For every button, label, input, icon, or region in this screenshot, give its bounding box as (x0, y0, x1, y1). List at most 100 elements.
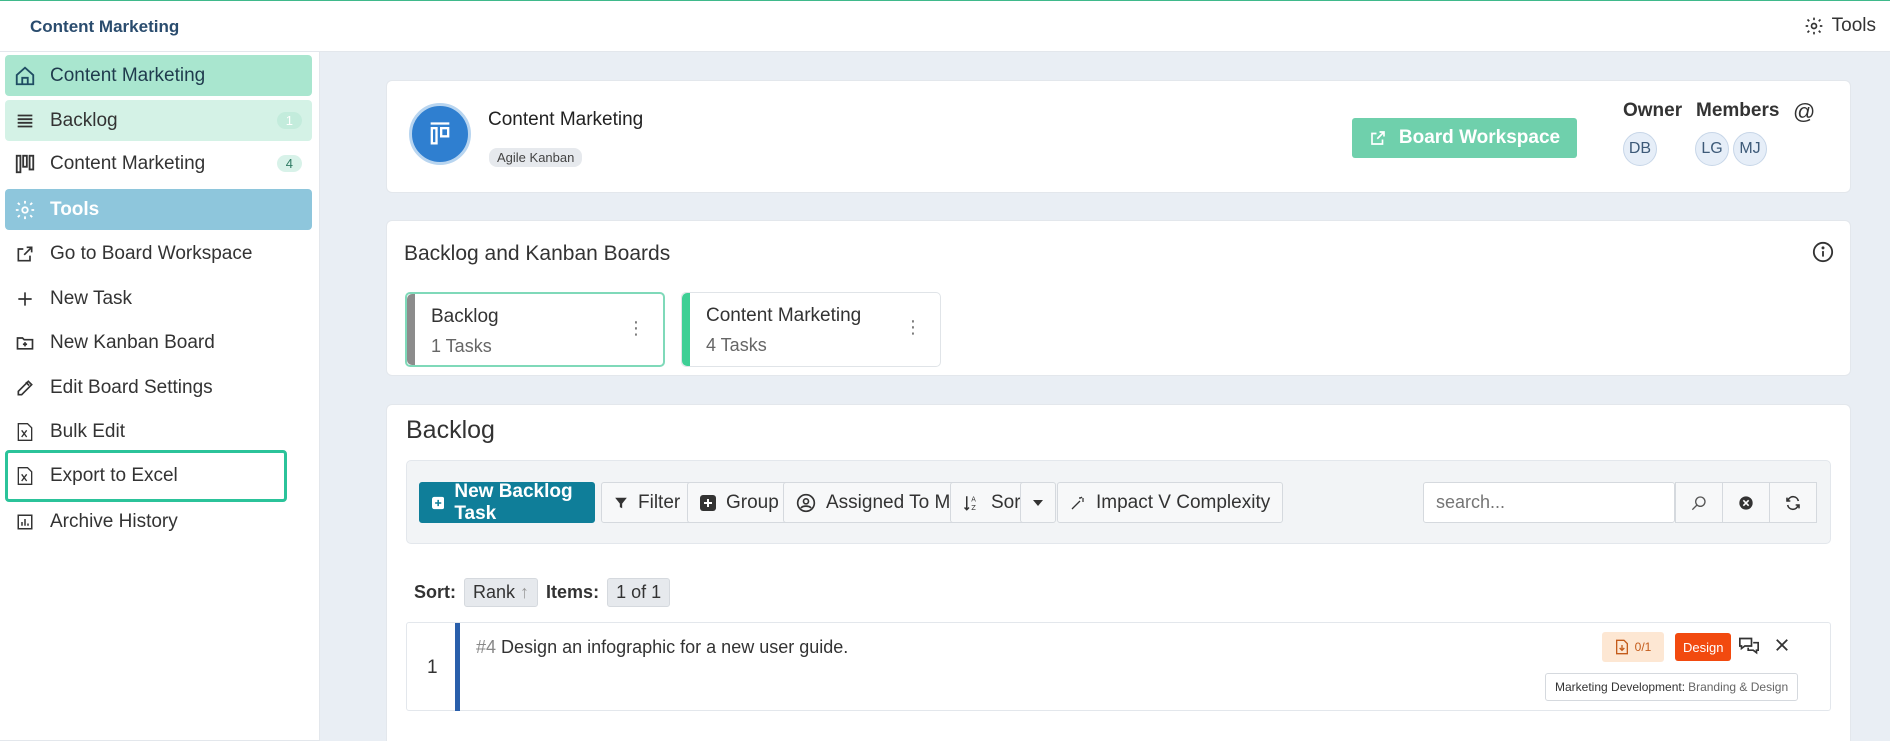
sidebar-item-label: Go to Board Workspace (50, 242, 253, 264)
chart-icon (5, 513, 45, 531)
sidebar-item-label: Content Marketing (50, 152, 206, 174)
board-task-count: 4 Tasks (706, 335, 767, 355)
folder-plus-icon (5, 333, 45, 353)
more-options-icon[interactable]: ⋮ (904, 317, 922, 338)
board-name: Content Marketing (706, 305, 862, 326)
category-name: Marketing Development: (1555, 680, 1686, 694)
board-workspace-button[interactable]: Board Workspace (1352, 118, 1577, 158)
search-input[interactable] (1423, 482, 1675, 523)
sidebar-item-home[interactable]: Content Marketing (5, 55, 312, 96)
magic-wand-icon (1071, 496, 1084, 509)
items-label: Items: (546, 582, 600, 602)
sort-info-row: Sort: Rank ↑ Items: 1 of 1 (414, 578, 671, 607)
board-card-backlog[interactable]: Backlog 1 Tasks ⋮ (405, 292, 665, 367)
sort-rank-value: Rank (473, 582, 516, 602)
sidebar-item-go-to-workspace[interactable]: Go to Board Workspace (5, 233, 312, 274)
task-rank: 1 (427, 657, 438, 678)
sidebar-item-label: Export to Excel (50, 465, 178, 486)
top-bar: Content Marketing Tools (0, 0, 1890, 52)
sidebar-item-new-kanban-board[interactable]: New Kanban Board (5, 322, 312, 363)
excel-icon (5, 466, 45, 486)
search-button[interactable] (1675, 482, 1723, 523)
clear-search-button[interactable] (1722, 482, 1770, 523)
backlog-toolbar: New Backlog Task Filter Group Assigned T… (406, 460, 1831, 544)
sort-info-label: Sort: (414, 582, 456, 602)
caret-down-icon (1033, 499, 1043, 506)
board-task-count: 1 Tasks (431, 336, 492, 356)
sidebar-item-archive-history[interactable]: Archive History (5, 501, 312, 542)
info-icon[interactable] (1812, 241, 1834, 268)
backlog-section: Backlog New Backlog Task Filter Group As… (386, 404, 1851, 741)
file-download-icon (1615, 639, 1628, 655)
board-name: Backlog (431, 306, 499, 327)
sidebar-item-backlog[interactable]: Backlog 1 (5, 100, 312, 141)
sidebar-item-label: New Task (50, 287, 133, 309)
sidebar-item-label: Content Marketing (50, 64, 206, 86)
sidebar: Content Marketing Backlog 1 Content Mark… (0, 52, 320, 741)
tools-label: Tools (1831, 15, 1876, 36)
board-card-content-marketing[interactable]: Content Marketing 4 Tasks ⋮ (681, 292, 941, 367)
attachment-count: 0/1 (1634, 640, 1652, 654)
sidebar-item-edit-board-settings[interactable]: Edit Board Settings (5, 367, 312, 408)
filter-button[interactable]: Filter (601, 482, 694, 523)
board-logo-icon (409, 103, 471, 165)
task-title[interactable]: #4 Design an infographic for a new user … (476, 637, 848, 658)
svg-text:A: A (971, 495, 976, 503)
external-link-icon (1371, 131, 1385, 145)
assigned-to-me-button[interactable]: Assigned To Me (783, 482, 974, 523)
task-count-badge: 1 (276, 112, 302, 129)
task-category-tag[interactable]: Marketing Development: Branding & Design (1545, 673, 1799, 701)
sidebar-item-label: Archive History (50, 510, 178, 532)
mention-icon[interactable]: @ (1793, 99, 1815, 125)
board-color-bar (682, 293, 690, 366)
sidebar-item-label: Tools (50, 198, 100, 220)
sidebar-item-label: Bulk Edit (50, 420, 125, 442)
subcategory-name: Branding & Design (1688, 680, 1789, 694)
close-icon[interactable] (1773, 636, 1791, 659)
new-backlog-task-button[interactable]: New Backlog Task (419, 480, 595, 524)
new-backlog-task-label: New Backlog Task (454, 480, 573, 524)
edit-icon (5, 378, 45, 398)
owner-avatar[interactable]: DB (1623, 132, 1657, 166)
impact-complexity-button[interactable]: Impact V Complexity (1057, 482, 1284, 523)
members-label: Members (1696, 100, 1780, 121)
board-color-bar (407, 294, 415, 365)
board-title: Content Marketing (488, 109, 644, 130)
sort-dropdown-button[interactable] (1020, 482, 1056, 523)
owner-label: Owner (1623, 100, 1683, 121)
external-link-icon (5, 244, 45, 264)
sidebar-item-kanban-board[interactable]: Content Marketing 4 (5, 143, 312, 184)
filter-icon (615, 497, 627, 508)
member-avatar[interactable]: LG (1695, 132, 1729, 166)
comments-icon[interactable] (1738, 636, 1760, 661)
task-color-bar (455, 623, 460, 711)
group-button[interactable]: Group (687, 482, 792, 523)
group-label: Group (726, 491, 779, 513)
task-label-badge[interactable]: Design (1675, 633, 1732, 661)
app-title[interactable]: Content Marketing (30, 17, 179, 37)
sidebar-item-label: New Kanban Board (50, 331, 215, 353)
attachment-badge[interactable]: 0/1 (1602, 632, 1664, 662)
sidebar-item-new-task[interactable]: New Task (5, 278, 312, 319)
board-type-tag: Agile Kanban (489, 148, 583, 167)
sidebar-item-tools[interactable]: Tools (5, 189, 312, 230)
plus-square-icon (700, 494, 716, 511)
task-count-badge: 4 (276, 155, 302, 172)
sort-rank-chip[interactable]: Rank ↑ (464, 578, 539, 607)
sort-az-icon: AZ (963, 495, 976, 511)
close-circle-icon (1739, 495, 1753, 510)
home-icon (5, 65, 45, 87)
excel-icon (5, 422, 45, 442)
task-row[interactable]: 1 #4 Design an infographic for a new use… (406, 622, 1831, 711)
sidebar-item-bulk-edit[interactable]: Bulk Edit (5, 411, 312, 452)
refresh-button[interactable] (1769, 482, 1817, 523)
svg-text:Z: Z (971, 503, 976, 511)
tools-menu-button[interactable]: Tools (1804, 15, 1876, 37)
sidebar-item-export-to-excel[interactable]: Export to Excel (5, 450, 287, 502)
impact-complexity-label: Impact V Complexity (1096, 491, 1271, 513)
member-avatar[interactable]: MJ (1733, 132, 1767, 166)
gear-icon (5, 199, 45, 221)
search-icon (1691, 495, 1706, 510)
more-options-icon[interactable]: ⋮ (627, 318, 645, 339)
sidebar-item-label: Backlog (50, 109, 118, 131)
